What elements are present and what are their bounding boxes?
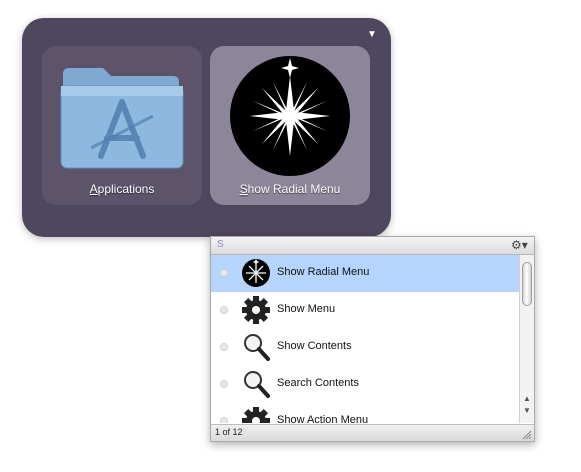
status-dot: [220, 417, 228, 423]
gear-icon: [242, 407, 270, 423]
action-pane[interactable]: Show Radial Menu: [210, 46, 370, 205]
gear-icon[interactable]: ⚙▾: [511, 238, 529, 252]
launcher-panel: ▼ Applications Show Radial Menu: [22, 18, 391, 237]
applications-folder-icon: [60, 68, 184, 169]
radial-star-icon: [230, 56, 350, 176]
scroll-down-icon[interactable]: ▼: [523, 407, 531, 415]
search-query: S: [217, 239, 224, 250]
list-item[interactable]: Search Contents: [211, 366, 519, 403]
list-item-label: Show Contents: [277, 340, 352, 352]
scroll-up-icon[interactable]: ▲: [523, 395, 531, 403]
status-dot: [220, 269, 228, 277]
results-list-window: S ⚙▾ Show Radial Menu Show Menu Show Con…: [210, 236, 535, 442]
results-footer: 1 of 12: [211, 424, 534, 441]
list-item-label: Search Contents: [277, 377, 359, 389]
results-header: S ⚙▾: [211, 237, 534, 255]
subject-label: Applications: [89, 182, 155, 196]
list-item[interactable]: Show Radial Menu: [211, 255, 519, 292]
radial-star-icon: [242, 259, 270, 287]
triangle-down-icon[interactable]: ▼: [365, 30, 379, 40]
results-list: Show Radial Menu Show Menu Show Contents…: [211, 255, 519, 423]
list-item[interactable]: Show Action Menu: [211, 403, 519, 423]
magnifier-icon: [244, 334, 270, 361]
list-item[interactable]: Show Menu: [211, 292, 519, 329]
vertical-scrollbar[interactable]: ▲ ▼: [519, 255, 534, 423]
status-dot: [220, 306, 228, 314]
subject-pane[interactable]: Applications: [42, 46, 202, 205]
status-dot: [220, 343, 228, 351]
list-item[interactable]: Show Contents: [211, 329, 519, 366]
status-dot: [220, 380, 228, 388]
action-label: Show Radial Menu: [239, 182, 341, 196]
list-item-label: Show Action Menu: [277, 414, 369, 423]
list-item-label: Show Radial Menu: [277, 266, 370, 278]
scrollbar-thumb[interactable]: [522, 262, 532, 306]
list-item-label: Show Menu: [277, 303, 336, 315]
gear-icon: [242, 296, 270, 324]
magnifier-icon: [244, 371, 270, 398]
result-count: 1 of 12: [215, 427, 243, 437]
resize-grip-icon[interactable]: [522, 430, 532, 440]
